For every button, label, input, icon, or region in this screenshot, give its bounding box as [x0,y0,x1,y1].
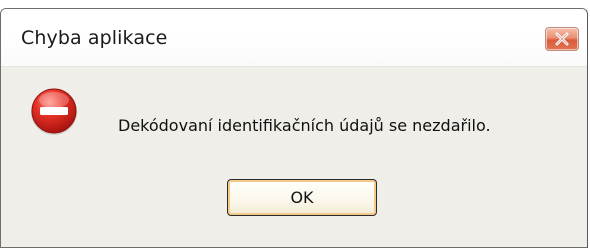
window-title: Chyba aplikace [21,27,168,49]
error-message: Dekódovaní identifikačních údajů se nezd… [118,116,491,135]
ok-button[interactable]: OK [227,179,377,216]
close-button[interactable] [545,27,579,51]
title-bar[interactable]: Chyba aplikace [1,9,587,67]
dialog-window: Chyba aplikace Dekódovaní identifikačníc… [0,8,588,248]
dialog-content: Dekódovaní identifikačních údajů se nezd… [1,67,587,247]
error-dialog: Chyba aplikace Dekódovaní identifikačníc… [0,0,590,248]
error-stop-icon [31,88,77,135]
close-x-icon [555,32,569,46]
